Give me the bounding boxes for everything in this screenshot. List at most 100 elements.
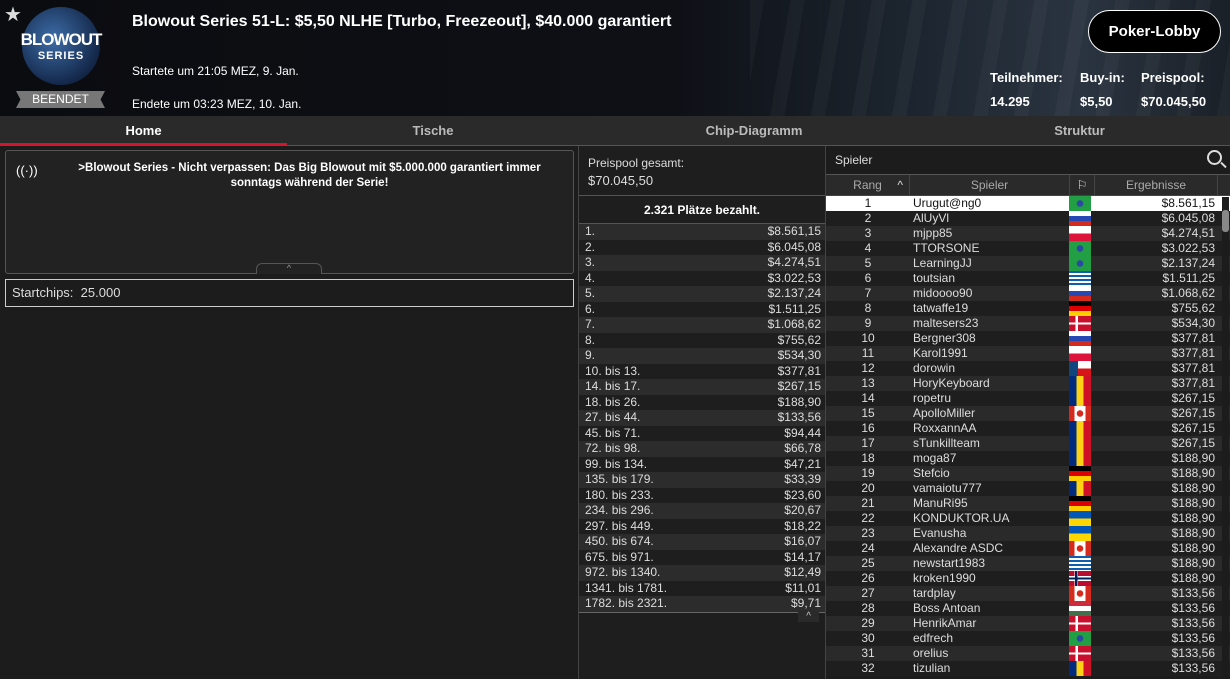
prize-place: 7. bbox=[585, 317, 596, 331]
player-row[interactable]: 28 Boss Antoan $133,56 bbox=[826, 601, 1230, 616]
player-rank: 19 bbox=[861, 466, 875, 480]
player-rank: 24 bbox=[861, 541, 875, 555]
player-rank: 31 bbox=[861, 646, 875, 660]
player-row[interactable]: 4 TTORSONE $3.022,53 bbox=[826, 241, 1230, 256]
player-row[interactable]: 15 ApolloMiller $267,15 bbox=[826, 406, 1230, 421]
tab-structure[interactable]: Struktur bbox=[929, 116, 1230, 146]
player-result: $4.274,51 bbox=[1161, 226, 1215, 240]
flag-ru-icon bbox=[1069, 211, 1091, 226]
scrollbar-thumb[interactable] bbox=[1222, 210, 1229, 232]
prize-place: 1. bbox=[585, 224, 596, 238]
player-row[interactable]: 8 tatwaffe19 $755,62 bbox=[826, 301, 1230, 316]
player-row[interactable]: 7 midoooo90 $1.068,62 bbox=[826, 286, 1230, 301]
player-result: $188,90 bbox=[1171, 556, 1215, 570]
column-results[interactable]: Ergebnisse bbox=[1095, 175, 1218, 195]
player-row[interactable]: 9 maltesers23 $534,30 bbox=[826, 316, 1230, 331]
player-row[interactable]: 22 KONDUKTOR.UA $188,90 bbox=[826, 511, 1230, 526]
tab-home[interactable]: Home bbox=[0, 116, 287, 146]
startchips-value: 25.000 bbox=[80, 285, 121, 300]
prize-place: 1341. bis 1781. bbox=[585, 580, 668, 595]
prize-row: 450. bis 674. $16,07 bbox=[579, 534, 825, 550]
player-row[interactable]: 18 moga87 $188,90 bbox=[826, 451, 1230, 466]
column-flag-icon[interactable]: ⚐ bbox=[1070, 175, 1095, 195]
player-result: $377,81 bbox=[1171, 346, 1215, 360]
flag-ro-icon bbox=[1069, 421, 1091, 436]
tab-tables[interactable]: Tische bbox=[287, 116, 579, 146]
prize-row: 135. bis 179. $33,39 bbox=[579, 472, 825, 488]
player-row[interactable]: 3 mjpp85 $4.274,51 bbox=[826, 226, 1230, 241]
player-row[interactable]: 17 sTunkillteam $267,15 bbox=[826, 436, 1230, 451]
startchips-field: Startchips: 25.000 bbox=[5, 279, 574, 307]
prize-place: 5. bbox=[585, 286, 596, 300]
prize-place: 10. bis 13. bbox=[585, 363, 641, 378]
flag-ro-icon bbox=[1069, 661, 1091, 676]
prize-amount: $11,01 bbox=[785, 580, 821, 595]
player-row[interactable]: 12 dorowin $377,81 bbox=[826, 361, 1230, 376]
player-name: HenrikAmar bbox=[913, 616, 977, 630]
prize-place: 27. bis 44. bbox=[585, 410, 641, 424]
player-row[interactable]: 19 Stefcio $188,90 bbox=[826, 466, 1230, 481]
prize-row: 45. bis 71. $94,44 bbox=[579, 425, 825, 441]
prize-amount: $4.274,51 bbox=[767, 255, 821, 269]
player-row[interactable]: 27 tardplay $133,56 bbox=[826, 586, 1230, 601]
player-row[interactable]: 31 orelius $133,56 bbox=[826, 646, 1230, 661]
favorite-star-icon[interactable]: ★ bbox=[4, 2, 22, 27]
player-row[interactable]: 2 AlUyVl $6.045,08 bbox=[826, 211, 1230, 226]
player-name: mjpp85 bbox=[913, 226, 953, 240]
player-row[interactable]: 14 ropetru $267,15 bbox=[826, 391, 1230, 406]
player-row[interactable]: 29 HenrikAmar $133,56 bbox=[826, 616, 1230, 631]
poker-lobby-button[interactable]: Poker-Lobby bbox=[1088, 10, 1221, 53]
prize-amount: $47,21 bbox=[784, 456, 821, 471]
flag-hu-icon bbox=[1069, 601, 1091, 616]
stat-prizepool: Preispool: $70.045,50 bbox=[1141, 70, 1206, 109]
player-row[interactable]: 5 LearningJJ $2.137,24 bbox=[826, 256, 1230, 271]
prize-row: 972. bis 1340. $12,49 bbox=[579, 565, 825, 581]
player-row[interactable]: 25 newstart1983 $188,90 bbox=[826, 556, 1230, 571]
column-rank[interactable]: Rang ^ bbox=[826, 175, 910, 195]
search-icon[interactable] bbox=[1207, 150, 1222, 165]
player-row[interactable]: 21 ManuRi95 $188,90 bbox=[826, 496, 1230, 511]
logo-text: BLOWOUT bbox=[20, 30, 103, 49]
stat-value: $5,50 bbox=[1080, 94, 1113, 109]
player-result: $133,56 bbox=[1171, 646, 1215, 660]
prize-place: 234. bis 296. bbox=[585, 503, 654, 517]
player-rank: 28 bbox=[861, 601, 875, 615]
player-rank: 7 bbox=[864, 286, 872, 300]
flag-cz-icon bbox=[1069, 361, 1091, 376]
player-row[interactable]: 13 HoryKeyboard $377,81 bbox=[826, 376, 1230, 391]
player-row[interactable]: 20 vamaiotu777 $188,90 bbox=[826, 481, 1230, 496]
player-row[interactable]: 23 Evanusha $188,90 bbox=[826, 526, 1230, 541]
player-rank: 8 bbox=[864, 301, 872, 315]
player-row[interactable]: 26 kroken1990 $188,90 bbox=[826, 571, 1230, 586]
collapse-chevron-up-icon[interactable]: ^ bbox=[256, 263, 322, 274]
player-row[interactable]: 11 Karol1991 $377,81 bbox=[826, 346, 1230, 361]
player-row[interactable]: 16 RoxxannAA $267,15 bbox=[826, 421, 1230, 436]
player-rank: 4 bbox=[864, 241, 872, 255]
tab-chip-chart[interactable]: Chip-Diagramm bbox=[579, 116, 929, 146]
scrollbar[interactable] bbox=[1222, 197, 1229, 679]
flag-pl-icon bbox=[1069, 226, 1091, 241]
column-player[interactable]: Spieler bbox=[910, 175, 1070, 195]
player-rank: 3 bbox=[864, 226, 872, 240]
prize-list-footer: ^ bbox=[579, 610, 825, 624]
player-row[interactable]: 10 Bergner308 $377,81 bbox=[826, 331, 1230, 346]
player-row[interactable]: 1 Urugut@ng0 $8.561,15 bbox=[826, 196, 1230, 211]
player-row[interactable]: 24 Alexandre ASDC $188,90 bbox=[826, 541, 1230, 556]
chevron-up-icon[interactable]: ^ bbox=[798, 610, 819, 622]
player-result: $188,90 bbox=[1171, 481, 1215, 495]
home-panel: ((·)) >Blowout Series - Nicht verpassen:… bbox=[0, 146, 578, 679]
player-rank: 27 bbox=[861, 586, 875, 600]
player-name: Stefcio bbox=[913, 466, 950, 480]
player-rank: 14 bbox=[861, 391, 875, 405]
player-search[interactable]: Spieler bbox=[826, 146, 1230, 175]
player-name: KONDUKTOR.UA bbox=[913, 511, 1010, 525]
player-name: Alexandre ASDC bbox=[913, 541, 1004, 555]
player-row[interactable]: 30 edfrech $133,56 bbox=[826, 631, 1230, 646]
player-rank: 16 bbox=[861, 421, 875, 435]
player-row[interactable]: 32 tizulian $133,56 bbox=[826, 661, 1230, 676]
player-rank: 11 bbox=[861, 346, 875, 360]
player-row[interactable]: 6 toutsian $1.511,25 bbox=[826, 271, 1230, 286]
prize-place: 2. bbox=[585, 239, 596, 254]
players-list: 1 Urugut@ng0 $8.561,15 2 AlUyVl $6.045,08 3 mjp… bbox=[826, 196, 1230, 676]
player-rank: 30 bbox=[861, 631, 875, 645]
